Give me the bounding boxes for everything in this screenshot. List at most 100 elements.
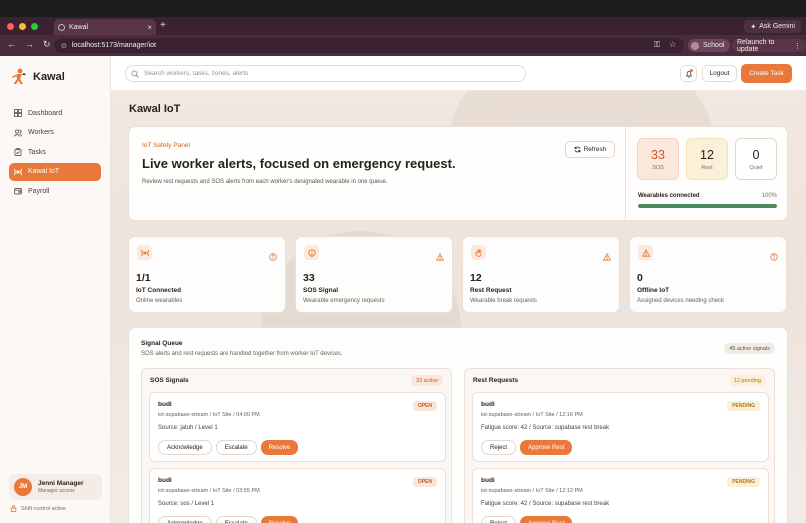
resolve-button[interactable]: Resolve [260,516,299,523]
quiet-stat-label: Quiet [749,164,763,171]
rest-requests-column: Rest Requests 12 pending budi iot-supaba… [464,368,775,523]
more-menu-icon[interactable]: ⋮ [794,42,801,50]
reload-icon[interactable]: ↻ [43,39,51,50]
sidebar-item-label: Tasks [28,148,46,156]
browser-tab-bar: Kawal × + ✦ Ask Gemini [0,0,806,35]
maximize-window-button[interactable] [31,23,38,30]
rest-stat-label: Rest [701,164,713,171]
user-name: Jenni Manager [38,480,84,487]
signal-icon [14,168,22,175]
acknowledge-button[interactable]: Acknowledge [158,516,212,523]
browser-tab[interactable]: Kawal × [54,19,156,35]
metric-subtitle: Online wearables [136,298,183,304]
metric-card-iot-connected: 1/1 IoT Connected Online wearables [128,236,286,313]
window-controls [7,23,38,30]
metric-card-offline-iot: 0 Offline IoT Assigned devices needing c… [629,236,787,313]
new-tab-button[interactable]: + [160,20,166,31]
url-text: localhost:5173/manager/iot [71,42,156,49]
bookmark-star-icon[interactable]: ☆ [669,40,676,50]
refresh-button[interactable]: Refresh [565,141,615,158]
signal-worker-name: budi [481,401,495,408]
sparkle-icon: ✦ [750,23,757,31]
metric-value: 12 [470,272,482,284]
hero-divider [625,127,626,220]
sos-signals-column: SOS Signals 33 active budi iot-supabase-… [141,368,452,523]
metric-subtitle: Assigned devices needing check [637,298,725,304]
resolve-button[interactable]: Resolve [260,440,299,455]
key-icon[interactable]: ⚿ [654,40,660,50]
approve-rest-button[interactable]: Approve Rest [520,516,573,523]
queue-subtitle: SOS alerts and rest requests are handled… [141,351,343,357]
reject-button[interactable]: Reject [481,440,517,455]
wearables-progress-bar [638,204,777,208]
sidebar-item-kawal-iot[interactable]: Kawal IoT [9,162,101,181]
logout-button[interactable]: Logout [702,65,737,82]
shield-icon [304,245,319,260]
create-task-button[interactable]: Create Task [741,64,792,83]
active-signals-badge: 45 active signals [724,343,775,354]
reject-button[interactable]: Reject [481,516,517,523]
forward-icon[interactable]: → [25,39,34,50]
metric-title: SOS Signal [303,287,339,294]
lock-icon [10,505,17,512]
sidebar-item-label: Workers [28,129,54,136]
wearables-percent: 100% [761,193,777,199]
info-icon[interactable] [269,248,277,266]
profile-button[interactable]: School [688,39,731,52]
status-badge: PENDING [727,477,760,487]
escalate-button[interactable]: Escalate [215,516,257,523]
brand[interactable]: Kawal [10,68,65,85]
signal-meta: iot-supabase-stream / IoT Site / 12:12 P… [481,488,583,494]
refresh-icon [574,146,580,153]
info-icon[interactable] [770,248,778,266]
sidebar: Kawal Dashboard Workers Tasks Kawal IoT … [0,56,111,523]
close-window-button[interactable] [7,23,14,30]
ask-gemini-button[interactable]: ✦ Ask Gemini [744,20,801,33]
sidebar-item-dashboard[interactable]: Dashboard [9,104,101,122]
back-icon[interactable]: ← [7,39,16,50]
rest-request-card: budi iot-supabase-stream / IoT Site / 12… [472,468,769,523]
broadcast-icon [137,245,152,260]
minimize-window-button[interactable] [19,23,26,30]
grid-icon [14,109,22,117]
page-title: Kawal IoT [129,103,181,115]
signal-worker-name: budi [158,477,172,484]
rest-column-title: Rest Requests [473,377,519,384]
sidebar-item-payroll[interactable]: Payroll [9,182,101,200]
tab-close-button[interactable]: × [147,23,152,32]
signal-meta: iot-supabase-stream / IoT Site / 03:55 P… [158,488,260,494]
users-icon [14,128,22,137]
acknowledge-button[interactable]: Acknowledge [158,440,212,455]
metric-subtitle: Wearable break requests [470,298,537,304]
rest-request-card: budi iot-supabase-stream / IoT Site / 12… [472,392,769,462]
signal-detail: Fatigue score: 42 / Source: supabase res… [481,501,610,507]
signal-detail: Source: jatuh / Level 1 [158,425,218,431]
hero-kicker: IoT Safety Panel [142,142,190,149]
site-info-icon[interactable]: ⊙ [61,42,67,50]
signal-detail: Fatigue score: 42 / Source: supabase res… [481,425,610,431]
brand-name: Kawal [33,70,65,83]
wearables-progress-fill [638,204,777,208]
sos-count-badge: 33 active [410,375,443,386]
metric-title: IoT Connected [136,287,182,294]
warning-icon[interactable] [602,248,612,266]
search-input[interactable]: Search workers, tasks, zones, alerts [125,65,526,82]
hero-headline: Live worker alerts, focused on emergency… [142,156,456,171]
main-content: Kawal IoT IoT Safety Panel Live worker a… [111,91,806,523]
relaunch-button[interactable]: Relaunch to update ⋮ [732,39,806,53]
user-card[interactable]: JM Jenni Manager Manager access [9,474,102,500]
approve-rest-button[interactable]: Approve Rest [520,440,573,455]
sidebar-item-workers[interactable]: Workers [9,124,101,142]
url-field[interactable]: ⊙ localhost:5173/manager/iot [54,38,684,53]
search-placeholder: Search workers, tasks, zones, alerts [144,70,249,77]
notifications-button[interactable] [680,65,697,82]
app-header: Search workers, tasks, zones, alerts Log… [111,56,806,91]
metric-value: 33 [303,272,315,284]
status-badge: PENDING [727,401,760,411]
sos-signal-card: budi iot-supabase-stream / IoT Site / 04… [149,392,446,462]
sos-stat: 33 SOS [637,138,679,180]
escalate-button[interactable]: Escalate [215,440,257,455]
sidebar-item-tasks[interactable]: Tasks [9,143,101,161]
refresh-label: Refresh [583,146,607,153]
warning-icon[interactable] [435,248,445,266]
